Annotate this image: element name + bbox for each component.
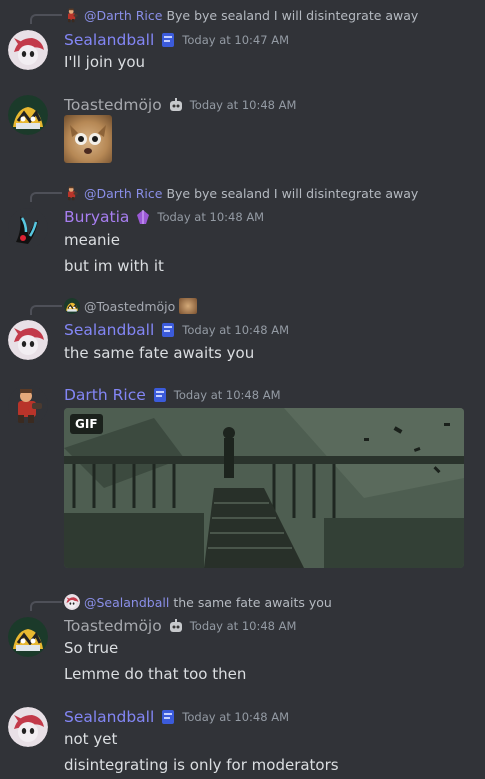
book-icon <box>153 388 166 402</box>
book-icon <box>162 33 175 47</box>
message-line: the same fate awaits you <box>64 344 255 362</box>
message-line: I'll join you <box>64 53 145 71</box>
ship-deck-scene <box>64 408 464 568</box>
reply-preview[interactable]: @Toastedmöjo <box>64 298 198 314</box>
sealand-avatar-icon <box>64 594 80 610</box>
username[interactable]: Buryatia <box>64 208 129 226</box>
sealand-avatar-icon[interactable] <box>8 30 48 70</box>
reply-author[interactable]: @Darth Rice <box>84 8 162 23</box>
message-header: Sealandball Today at 10:47 AM <box>64 31 289 49</box>
toasted-avatar-icon[interactable] <box>8 617 48 657</box>
reply-text: Bye bye sealand I will disintegrate away <box>166 185 419 201</box>
reply-text: Bye bye sealand I will disintegrate away <box>166 7 419 23</box>
cat-image[interactable] <box>64 115 112 163</box>
message-header: Buryatia Today at 10:48 AM <box>64 208 264 226</box>
message-header: Toastedmöjo Today at 10:48 AM <box>64 617 296 635</box>
book-icon <box>162 710 175 724</box>
reply-preview[interactable]: @Sealandball the same fate awaits you <box>64 594 332 610</box>
darth-avatar-icon[interactable] <box>8 385 48 425</box>
reply-connector <box>30 601 62 611</box>
darth-avatar-icon <box>64 7 80 23</box>
reply-author[interactable]: @Toastedmöjo <box>84 299 175 314</box>
message-header: Toastedmöjo Today at 10:48 AM <box>64 96 296 114</box>
message-line: Lemme do that too then <box>64 665 247 683</box>
robot-icon <box>169 98 182 111</box>
sealand-avatar-icon[interactable] <box>8 320 48 360</box>
username[interactable]: Sealandball <box>64 321 154 339</box>
message-line: not yet <box>64 730 118 748</box>
book-icon <box>162 323 175 337</box>
message-line: meanie <box>64 231 120 249</box>
toasted-avatar-icon[interactable] <box>8 95 48 135</box>
timestamp: Today at 10:48 AM <box>189 98 297 112</box>
timestamp: Today at 10:48 AM <box>173 388 281 402</box>
timestamp: Today at 10:48 AM <box>157 210 265 224</box>
reply-connector <box>30 14 62 24</box>
reply-preview[interactable]: @Darth Rice Bye bye sealand I will disin… <box>64 7 418 23</box>
reply-connector <box>30 305 62 315</box>
gif-attachment[interactable]: GIF <box>64 408 464 568</box>
reply-preview[interactable]: @Darth Rice Bye bye sealand I will disin… <box>64 185 418 201</box>
username[interactable]: Sealandball <box>64 31 154 49</box>
cat-face-icon <box>70 125 106 154</box>
message-line: but im with it <box>64 257 164 275</box>
reply-text: the same fate awaits you <box>173 594 332 610</box>
timestamp: Today at 10:48 AM <box>189 619 297 633</box>
reply-author[interactable]: @Sealandball <box>84 595 169 610</box>
message-line: disintegrating is only for moderators <box>64 756 339 774</box>
timestamp: Today at 10:47 AM <box>182 33 290 47</box>
reply-connector <box>30 192 62 202</box>
sealand-avatar-icon[interactable] <box>8 707 48 747</box>
buryatia-avatar-icon[interactable] <box>8 208 48 248</box>
reply-author[interactable]: @Darth Rice <box>84 186 162 201</box>
message-header: Sealandball Today at 10:48 AM <box>64 708 289 726</box>
timestamp: Today at 10:48 AM <box>182 323 290 337</box>
username[interactable]: Sealandball <box>64 708 154 726</box>
darth-avatar-icon <box>64 185 80 201</box>
message-line: So true <box>64 639 119 657</box>
username[interactable]: Toastedmöjo <box>64 617 162 635</box>
toasted-avatar-icon <box>64 298 80 314</box>
username[interactable]: Darth Rice <box>64 386 146 404</box>
message-header: Sealandball Today at 10:48 AM <box>64 321 289 339</box>
robot-icon <box>169 619 182 632</box>
gif-label: GIF <box>70 414 103 434</box>
image-attachment-icon <box>179 298 198 314</box>
crystal-icon <box>137 210 150 224</box>
message-header: Darth Rice Today at 10:48 AM <box>64 386 281 404</box>
timestamp: Today at 10:48 AM <box>182 710 290 724</box>
username[interactable]: Toastedmöjo <box>64 96 162 114</box>
